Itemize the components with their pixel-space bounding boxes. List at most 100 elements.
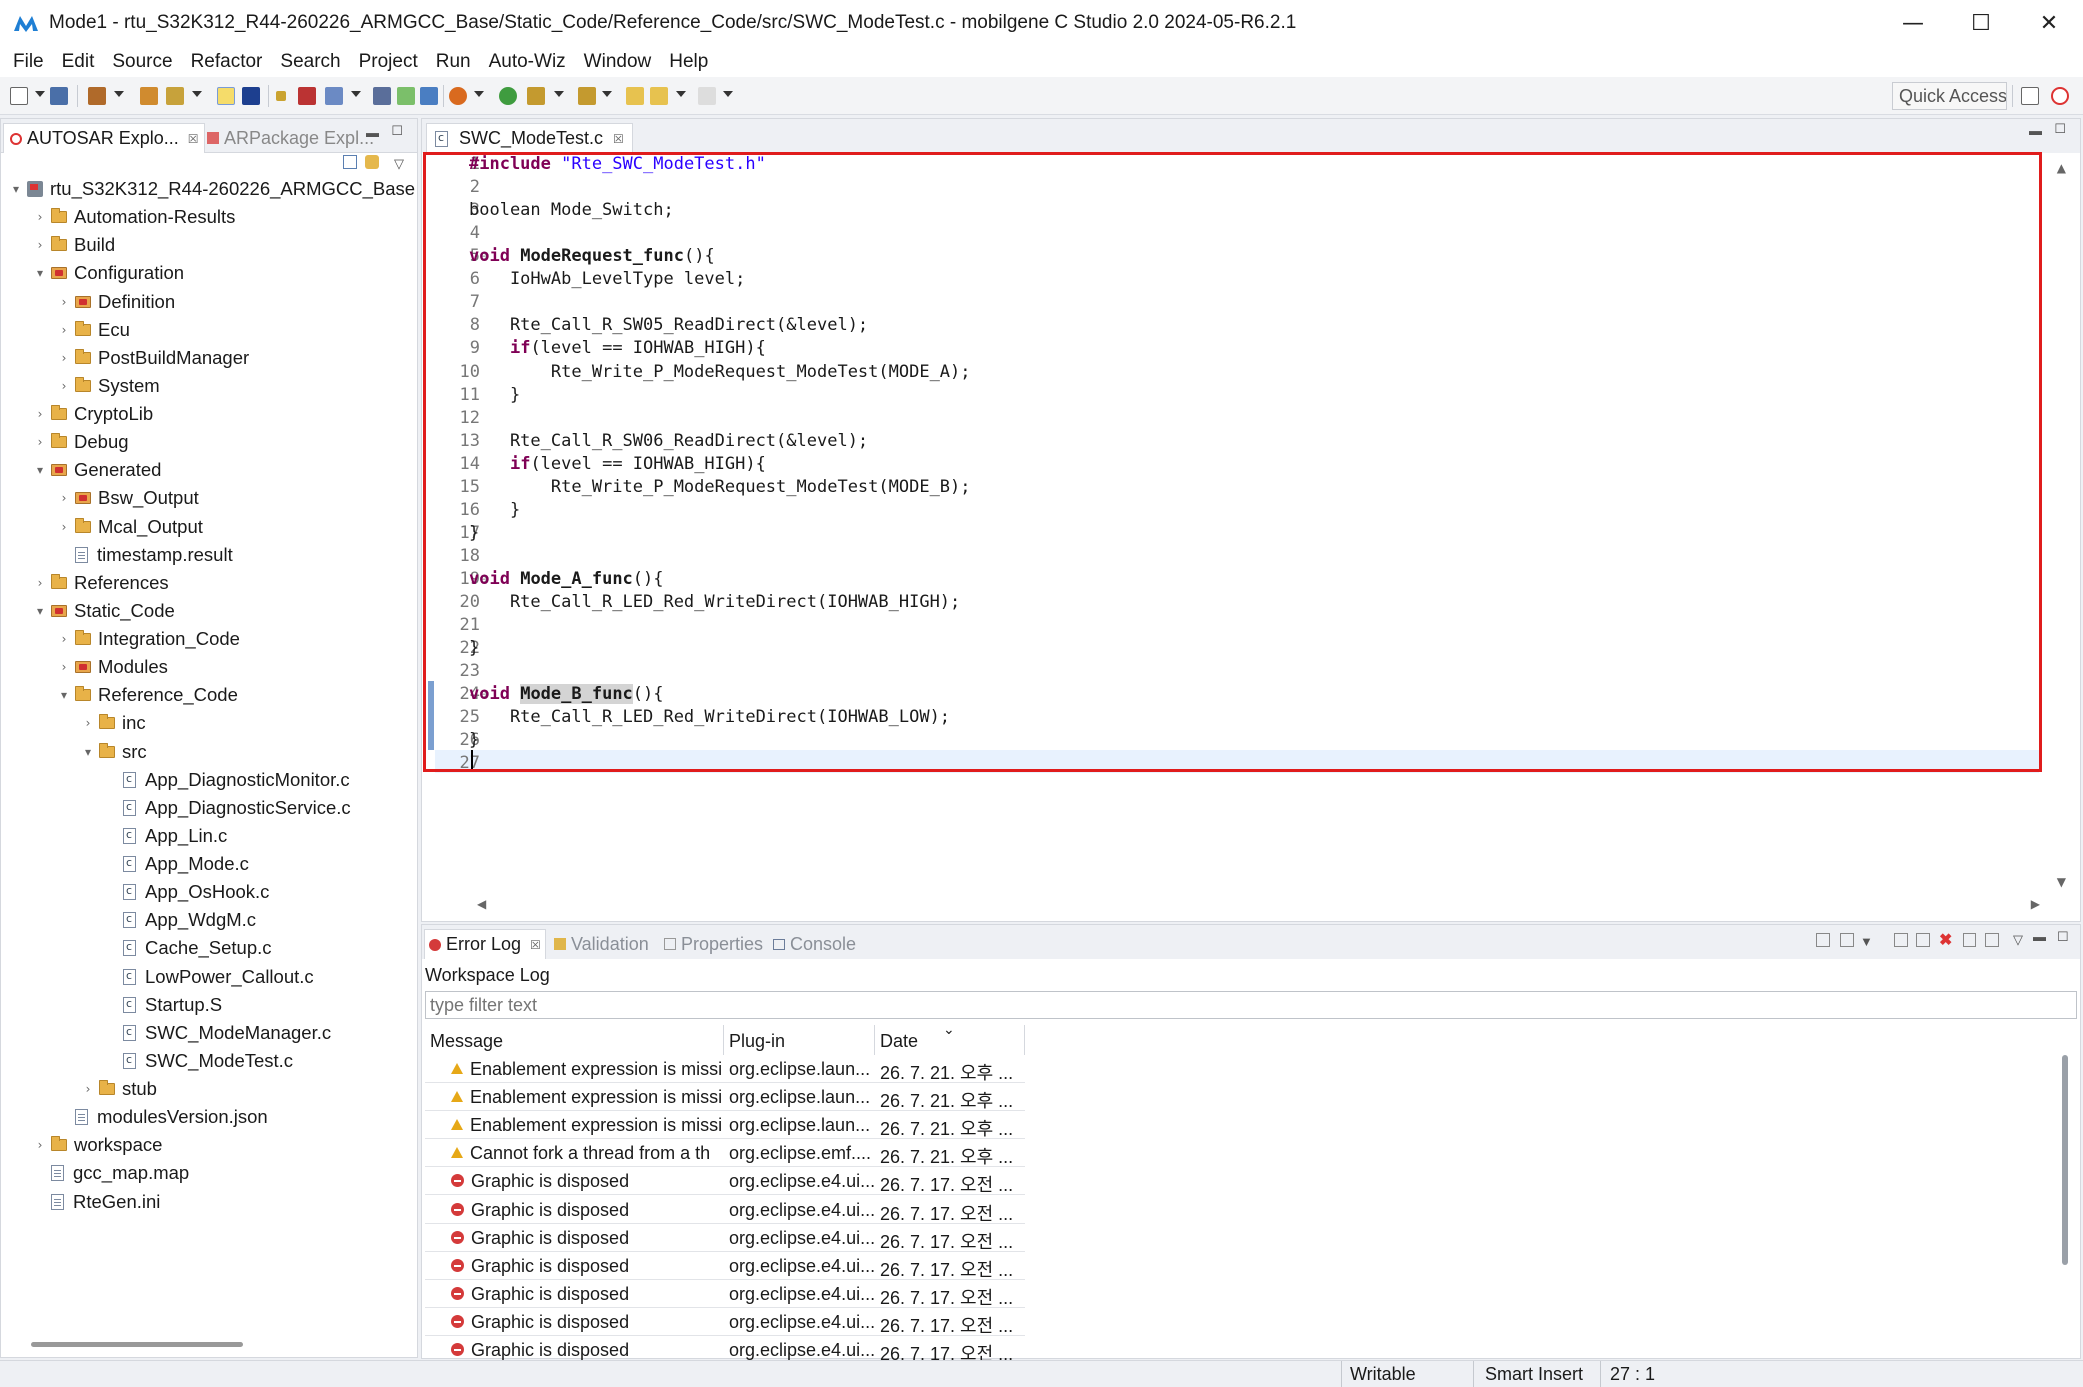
menu-project[interactable]: Project [350, 51, 427, 73]
tree-item[interactable]: › Build [33, 231, 116, 259]
menu-file[interactable]: File [4, 51, 53, 73]
tree-item[interactable]: › Debug [33, 428, 129, 456]
column-plugin[interactable]: Plug-in [724, 1025, 875, 1055]
menu-refactor[interactable]: Refactor [182, 51, 272, 73]
stop-dropdown-icon[interactable] [474, 91, 484, 97]
table-row[interactable]: Graphic is disposed org.eclipse.e4.ui... 2… [425, 1252, 1025, 1280]
tree-item[interactable]: ▾ Reference_Code [57, 681, 238, 709]
chevron-right-icon[interactable]: › [33, 210, 47, 224]
tree-item[interactable]: › PostBuildManager [57, 344, 250, 372]
tree-item[interactable]: App_WdgM.c [105, 906, 256, 934]
new-icon[interactable] [10, 87, 28, 105]
tree-item[interactable]: App_Lin.c [105, 822, 227, 850]
chevron-right-icon[interactable]: › [33, 407, 47, 421]
tree-item[interactable]: App_OsHook.c [105, 878, 269, 906]
chevron-down-icon[interactable]: ▾ [33, 266, 47, 280]
tree-item[interactable]: › CryptoLib [33, 400, 154, 428]
scroll-right-arrow-icon[interactable]: ▶ [2031, 897, 2040, 911]
tree-item[interactable]: Cache_Setup.c [105, 934, 272, 962]
chevron-right-icon[interactable]: › [57, 323, 71, 337]
wand-dropdown-icon[interactable] [192, 91, 202, 97]
tool-icon[interactable] [420, 87, 438, 105]
chart-icon[interactable] [325, 87, 343, 105]
tree-item[interactable]: LowPower_Callout.c [105, 963, 314, 991]
tree-item[interactable]: modulesVersion.json [57, 1103, 268, 1131]
maximize-view-icon[interactable]: ☐ [391, 123, 403, 139]
minimize-view-icon[interactable]: ▬ [2033, 929, 2046, 944]
tree-item[interactable]: gcc_map.map [33, 1159, 189, 1187]
table-row[interactable]: Enablement expression is missi org.eclips… [425, 1055, 1025, 1083]
table-vertical-scrollbar[interactable] [2062, 1055, 2068, 1265]
save-icon[interactable] [50, 87, 68, 105]
tree-item[interactable]: › Modules [57, 653, 168, 681]
text-icon[interactable] [242, 87, 260, 105]
tree-item[interactable]: SWC_ModeTest.c [105, 1047, 293, 1075]
view-menu-icon[interactable]: ▽ [2013, 932, 2023, 948]
minimize-view-icon[interactable]: ▬ [366, 125, 379, 140]
collapse-all-icon[interactable] [343, 155, 357, 169]
table-row[interactable]: Graphic is disposed org.eclipse.e4.ui... 2… [425, 1167, 1025, 1196]
chevron-down-icon[interactable]: ▾ [9, 182, 23, 196]
open-type-icon[interactable] [140, 87, 158, 105]
tree-item[interactable]: App_DiagnosticService.c [105, 794, 351, 822]
back-dropdown-icon[interactable] [676, 91, 686, 97]
scroll-up-arrow-icon[interactable]: ▲ [2057, 161, 2066, 175]
chevron-right-icon[interactable]: › [57, 295, 71, 309]
filter-input[interactable] [425, 991, 2077, 1019]
chevron-right-icon[interactable]: › [57, 632, 71, 646]
tree-item[interactable]: ▾ Static_Code [33, 597, 175, 625]
table-row[interactable]: Graphic is disposed org.eclipse.e4.ui... 2… [425, 1196, 1025, 1224]
close-tab-icon[interactable]: ☒ [188, 132, 199, 146]
next-annotation-icon[interactable] [527, 87, 545, 105]
maximize-editor-icon[interactable]: ☐ [2054, 121, 2066, 137]
chevron-right-icon[interactable]: › [33, 576, 47, 590]
tree-item[interactable]: ▾ rtu_S32K312_R44-260226_ARMGCC_Base [9, 175, 415, 203]
log-dropdown-icon[interactable]: ▼ [1860, 934, 1873, 949]
prev-annotation-dropdown-icon[interactable] [602, 91, 612, 97]
horizontal-scrollbar[interactable] [31, 1342, 243, 1347]
chevron-right-icon[interactable]: › [57, 379, 71, 393]
table-row[interactable]: Graphic is disposed org.eclipse.e4.ui... 2… [425, 1308, 1025, 1336]
delete-log-icon[interactable] [1916, 933, 1930, 947]
tree-item[interactable]: › Integration_Code [57, 625, 240, 653]
prev-annotation-icon[interactable] [578, 87, 596, 105]
tree-item[interactable]: › Automation-Results [33, 203, 236, 231]
debug-icon[interactable] [298, 87, 316, 105]
menu-edit[interactable]: Edit [53, 51, 104, 73]
stop-icon[interactable] [449, 87, 467, 105]
tree-item[interactable]: › Mcal_Output [57, 513, 203, 541]
tab-swc-modetest[interactable]: SWC_ModeTest.c ☒ [426, 123, 633, 153]
column-message[interactable]: Message [425, 1025, 724, 1055]
table-row[interactable]: Graphic is disposed org.eclipse.e4.ui... 2… [425, 1224, 1025, 1252]
grid-icon[interactable] [373, 87, 391, 105]
back-icon[interactable] [650, 87, 668, 105]
tree-item[interactable]: ▾ src [81, 738, 147, 766]
tree-item[interactable]: ▾ Generated [33, 456, 161, 484]
tree-item[interactable]: App_DiagnosticMonitor.c [105, 766, 350, 794]
chevron-right-icon[interactable]: › [33, 238, 47, 252]
tree-item[interactable]: › stub [81, 1075, 157, 1103]
table-row[interactable]: Cannot fork a thread from a th org.eclips… [425, 1139, 1025, 1168]
forward-dropdown-icon[interactable] [723, 91, 733, 97]
code-area[interactable]: 1 #include "Rte_SWC_ModeTest.h" 2 3 boolean … [422, 152, 2080, 921]
tree-item[interactable]: Startup.S [105, 991, 222, 1019]
import-log-icon[interactable] [1840, 933, 1854, 947]
build-dropdown-icon[interactable] [114, 91, 124, 97]
close-button[interactable]: ✕ [2015, 0, 2083, 46]
chevron-right-icon[interactable]: › [33, 435, 47, 449]
menu-window[interactable]: Window [575, 51, 661, 73]
maximize-button[interactable]: ☐ [1947, 0, 2015, 46]
tree-item[interactable]: timestamp.result [57, 541, 233, 569]
tree-item[interactable]: › inc [81, 709, 146, 737]
minimize-editor-icon[interactable]: ▬ [2029, 123, 2042, 138]
forward-icon[interactable] [698, 87, 716, 105]
tree-item[interactable]: SWC_ModeManager.c [105, 1019, 331, 1047]
tree-item[interactable]: › Definition [57, 288, 176, 316]
remove-icon[interactable]: ✖ [1939, 930, 1952, 950]
maximize-view-icon[interactable]: ☐ [2057, 929, 2069, 945]
chevron-down-icon[interactable]: ▾ [57, 688, 71, 702]
chevron-right-icon[interactable]: › [81, 716, 95, 730]
chevron-right-icon[interactable]: › [57, 351, 71, 365]
tree-item[interactable]: › workspace [33, 1131, 163, 1159]
tree-item[interactable]: RteGen.ini [33, 1188, 160, 1216]
